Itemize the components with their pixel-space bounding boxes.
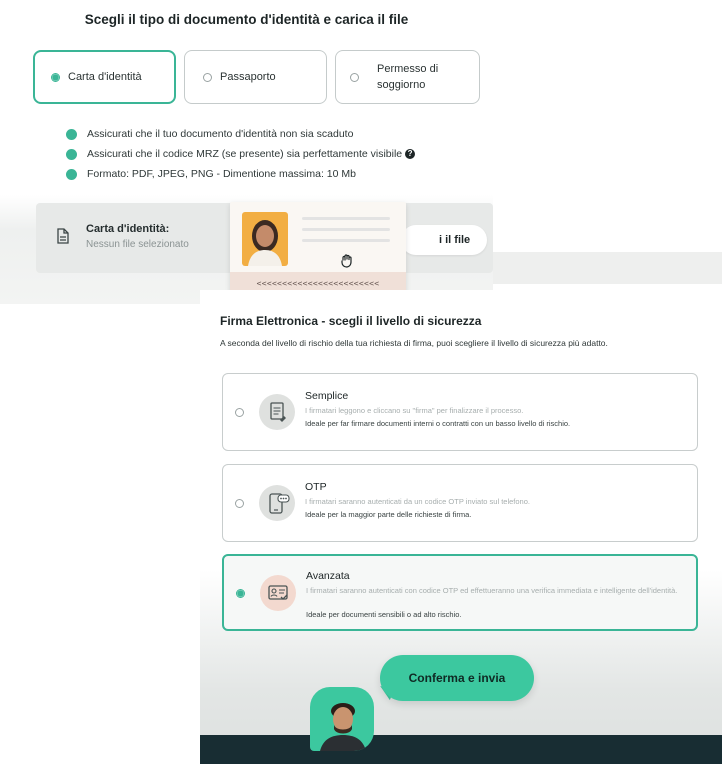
option-name: OTP [305, 481, 327, 493]
option-otp[interactable]: OTP I firmatari saranno autenticati da u… [222, 464, 698, 542]
requirement-item: Assicurati che il tuo documento d'identi… [66, 124, 415, 144]
requirements-list: Assicurati che il tuo documento d'identi… [66, 124, 416, 184]
check-icon [66, 128, 77, 140]
background-strip [493, 252, 722, 284]
doc-type-residence-permit[interactable]: Permesso di soggiorno [335, 50, 480, 104]
document-upload-panel: Scegli il tipo di documento d'identità e… [0, 0, 493, 304]
info-icon[interactable]: ? [405, 149, 416, 159]
radio-icon [235, 408, 244, 417]
option-semplice[interactable]: Semplice I firmatari leggono e cliccano … [222, 373, 698, 451]
file-icon [57, 228, 69, 244]
option-name: Semplice [305, 390, 349, 402]
doc-type-passport[interactable]: Passaporto [184, 50, 327, 104]
option-note: Ideale per la maggior parte delle richie… [305, 510, 472, 519]
confirm-send-button[interactable]: Conferma e invia [380, 655, 534, 701]
file-status: Nessun file selezionato [86, 239, 189, 250]
document-sign-icon [259, 394, 295, 430]
radio-icon [235, 499, 244, 508]
upload-title: Scegli il tipo di documento d'identità e… [84, 12, 409, 27]
hand-tap-icon [341, 254, 352, 268]
upload-file-button[interactable]: i il file [401, 225, 487, 255]
requirement-item: Formato: PDF, JPEG, PNG - Dimentione mas… [66, 164, 415, 184]
doc-type-id-card[interactable]: Carta d'identità [33, 50, 176, 104]
option-name: Avanzata [306, 570, 350, 582]
option-note: Ideale per documenti sensibili o ad alto… [306, 610, 462, 619]
option-description: I firmatari leggono e cliccano su "firma… [305, 406, 524, 415]
option-description: I firmatari saranno autenticati con codi… [306, 586, 678, 595]
id-card-illustration: <<<<<<<<<<<<<<<<<<<<<<<< [230, 202, 406, 296]
radio-icon [350, 72, 359, 82]
id-text-line [302, 228, 390, 231]
signature-subtitle: A seconda del livello di rischio della t… [220, 338, 608, 348]
footer-band [200, 735, 722, 764]
radio-selected-icon [236, 589, 245, 598]
option-note: Ideale per far firmare documenti interni… [305, 419, 571, 428]
signature-level-panel: Firma Elettronica - scegli il livello di… [200, 290, 722, 764]
doc-type-label: Passaporto [220, 71, 276, 83]
option-description: I firmatari saranno autenticati da un co… [305, 497, 530, 506]
doc-type-label: Permesso di soggiorno [377, 63, 439, 91]
check-icon [66, 168, 77, 180]
id-verify-icon [260, 575, 296, 611]
file-type-title: Carta d'identità: [86, 223, 170, 235]
signature-title: Firma Elettronica - scegli il livello di… [220, 314, 482, 328]
id-photo [242, 212, 288, 266]
avatar [310, 687, 374, 751]
check-icon [66, 148, 77, 160]
doc-type-label: Carta d'identità [68, 71, 142, 83]
id-text-line [302, 217, 390, 220]
requirement-item: Assicurati che il codice MRZ (se present… [66, 144, 416, 164]
id-text-line [302, 239, 390, 242]
radio-icon [203, 72, 212, 82]
radio-selected-icon [51, 72, 60, 82]
option-avanzata[interactable]: Avanzata I firmatari saranno autenticati… [222, 554, 698, 631]
phone-otp-icon [259, 485, 295, 521]
